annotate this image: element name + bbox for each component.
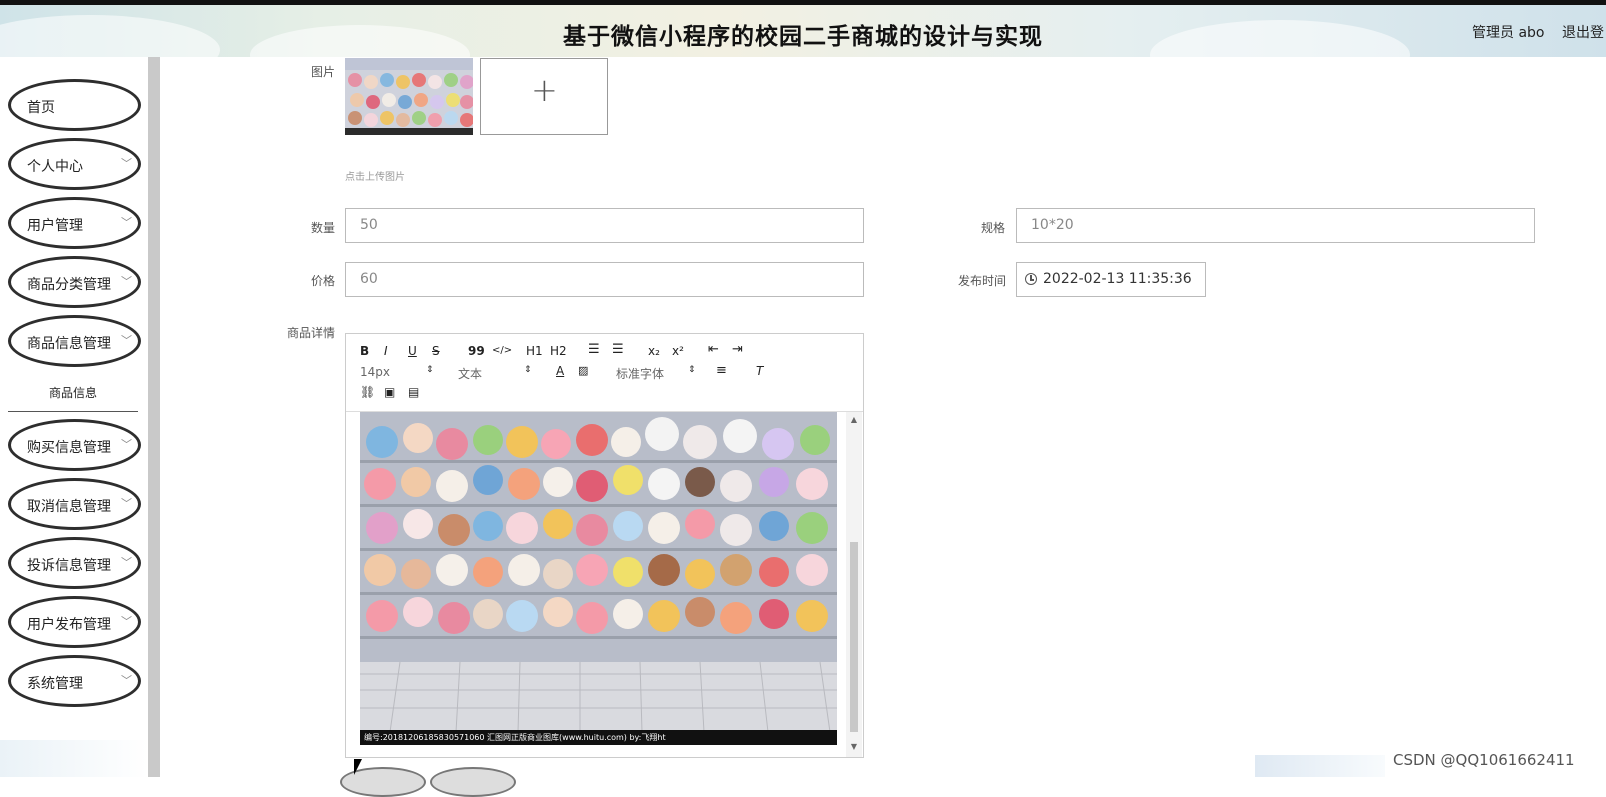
font-size-select[interactable]: 14px — [360, 365, 390, 379]
chevron-down-icon: ﹀ — [121, 497, 132, 510]
chevron-down-icon: ﹀ — [121, 674, 132, 687]
code-icon[interactable]: </> — [492, 345, 512, 356]
chevron-down-icon: ﹀ — [121, 438, 132, 451]
quantity-input[interactable]: 50 — [345, 208, 864, 243]
publish-time-label: 发布时间 — [957, 274, 1006, 288]
video-icon[interactable]: ▤ — [408, 385, 419, 399]
outdent-icon[interactable]: ⇤ — [708, 342, 719, 357]
sidebar-item-goods[interactable]: 商品信息管理 ﹀ — [8, 315, 141, 367]
uploaded-image-thumbnail[interactable] — [345, 58, 473, 135]
strike-button[interactable]: S — [432, 344, 440, 358]
submit-button[interactable] — [340, 767, 426, 797]
sidebar-item-label: 投诉信息管理 — [27, 558, 111, 574]
sidebar-item-purchase[interactable]: 购买信息管理 ﹀ — [8, 419, 141, 471]
editor-scrollbar[interactable]: ▲ ▼ — [846, 412, 862, 757]
sidebar-item-label: 用户管理 — [27, 218, 83, 234]
sidebar-item-label: 购买信息管理 — [27, 440, 111, 456]
underline-button[interactable]: U — [408, 344, 417, 358]
h2-button[interactable]: H2 — [550, 344, 567, 358]
scroll-up-icon[interactable]: ▲ — [846, 415, 862, 424]
quote-icon[interactable]: 99 — [468, 344, 485, 358]
select-arrows-icon: ⇕ — [688, 365, 696, 375]
sidebar-item-category[interactable]: 商品分类管理 ﹀ — [8, 256, 141, 308]
indent-icon[interactable]: ⇥ — [732, 342, 743, 357]
app-header: 基于微信小程序的校园二手商城的设计与实现 管理员 abo 退出登 — [0, 5, 1606, 57]
sidebar-item-home[interactable]: 首页 — [8, 79, 141, 131]
sidebar-subitem-goods-info[interactable]: 商品信息 — [8, 374, 138, 412]
spec-input[interactable]: 10*20 — [1016, 208, 1535, 243]
scroll-down-icon[interactable]: ▼ — [846, 742, 862, 751]
italic-button[interactable]: I — [384, 344, 388, 358]
background-color-icon[interactable]: ▨ — [578, 364, 588, 377]
sidebar-item-label: 首页 — [27, 100, 55, 116]
sidebar-item-complaint[interactable]: 投诉信息管理 ﹀ — [8, 537, 141, 589]
clock-icon — [1025, 273, 1037, 285]
decorative-glow — [1255, 755, 1385, 777]
detail-label: 商品详情 — [286, 326, 335, 340]
sidebar-item-label: 用户发布管理 — [27, 617, 111, 633]
rich-text-editor[interactable]: B I U S 99 </> H1 H2 ☰ ☰ x₂ x² ⇤ ⇥ 14px … — [345, 333, 864, 758]
spec-label: 规格 — [980, 221, 1005, 235]
upload-hint: 点击上传图片 — [345, 172, 405, 183]
chevron-down-icon: ﹀ — [121, 556, 132, 569]
sidebar-scrollbar[interactable] — [148, 57, 160, 777]
sidebar-item-label: 商品分类管理 — [27, 277, 111, 293]
select-arrows-icon: ⇕ — [524, 365, 532, 375]
sidebar-item-cancel[interactable]: 取消信息管理 ﹀ — [8, 478, 141, 530]
select-arrows-icon: ⇕ — [426, 365, 434, 375]
align-icon[interactable]: ≡ — [716, 363, 727, 378]
page-title: 基于微信小程序的校园二手商城的设计与实现 — [563, 24, 1043, 50]
plus-icon: + — [531, 71, 558, 109]
font-family-select[interactable]: 标准字体 — [616, 365, 664, 382]
watermark-text: CSDN @QQ1061662411 — [1393, 751, 1575, 769]
sidebar-item-system[interactable]: 系统管理 ﹀ — [8, 655, 141, 707]
editor-toolbar: B I U S 99 </> H1 H2 ☰ ☰ x₂ x² ⇤ ⇥ 14px … — [346, 334, 863, 412]
logout-link[interactable]: 退出登 — [1562, 22, 1604, 42]
image-upload-button[interactable]: + — [480, 58, 608, 135]
bold-button[interactable]: B — [360, 344, 369, 358]
clear-format-icon[interactable]: T — [756, 364, 763, 378]
chevron-down-icon: ﹀ — [121, 334, 132, 347]
h1-button[interactable]: H1 — [526, 344, 543, 358]
chevron-down-icon: ﹀ — [121, 275, 132, 288]
sidebar-bottom-glow — [0, 740, 148, 777]
publish-time-value: 2022-02-13 11:35:36 — [1043, 271, 1192, 287]
sidebar-item-users[interactable]: 用户管理 ﹀ — [8, 197, 141, 249]
link-icon[interactable]: ⛓ — [360, 385, 375, 399]
sidebar-item-user-publish[interactable]: 用户发布管理 ﹀ — [8, 596, 141, 648]
sidebar: 首页 个人中心 ﹀ 用户管理 ﹀ 商品分类管理 ﹀ 商品信息管理 ﹀ 商品信息 … — [0, 57, 148, 777]
image-caption: 编号:20181206185830571060 汇图网正版商业图库(www.hu… — [364, 733, 666, 742]
mouse-cursor — [354, 759, 362, 775]
sidebar-item-label: 系统管理 — [27, 676, 83, 692]
subscript-button[interactable]: x₂ — [648, 344, 660, 358]
chevron-down-icon: ﹀ — [121, 157, 132, 170]
sidebar-item-label: 商品信息管理 — [27, 336, 111, 352]
cancel-button[interactable] — [430, 767, 516, 797]
scroll-thumb[interactable] — [850, 542, 858, 732]
current-user: 管理员 abo — [1472, 25, 1545, 41]
sidebar-item-label: 取消信息管理 — [27, 499, 111, 515]
image-label: 图片 — [310, 65, 335, 79]
chevron-down-icon: ﹀ — [121, 216, 132, 229]
superscript-button[interactable]: x² — [672, 344, 684, 358]
price-label: 价格 — [310, 274, 335, 288]
price-input[interactable]: 60 — [345, 262, 864, 297]
sidebar-item-label: 个人中心 — [27, 159, 83, 175]
image-icon[interactable]: ▣ — [384, 385, 395, 399]
sidebar-item-profile[interactable]: 个人中心 ﹀ — [8, 138, 141, 190]
font-color-button[interactable]: A — [556, 364, 564, 378]
unordered-list-icon[interactable]: ☰ — [612, 342, 624, 357]
quantity-label: 数量 — [310, 221, 335, 235]
text-style-select[interactable]: 文本 — [458, 365, 482, 382]
chevron-down-icon: ﹀ — [121, 615, 132, 628]
publish-time-picker[interactable]: 2022-02-13 11:35:36 — [1016, 262, 1206, 297]
editor-content-image[interactable]: 编号:20181206185830571060 汇图网正版商业图库(www.hu… — [360, 412, 837, 745]
ordered-list-icon[interactable]: ☰ — [588, 342, 600, 357]
